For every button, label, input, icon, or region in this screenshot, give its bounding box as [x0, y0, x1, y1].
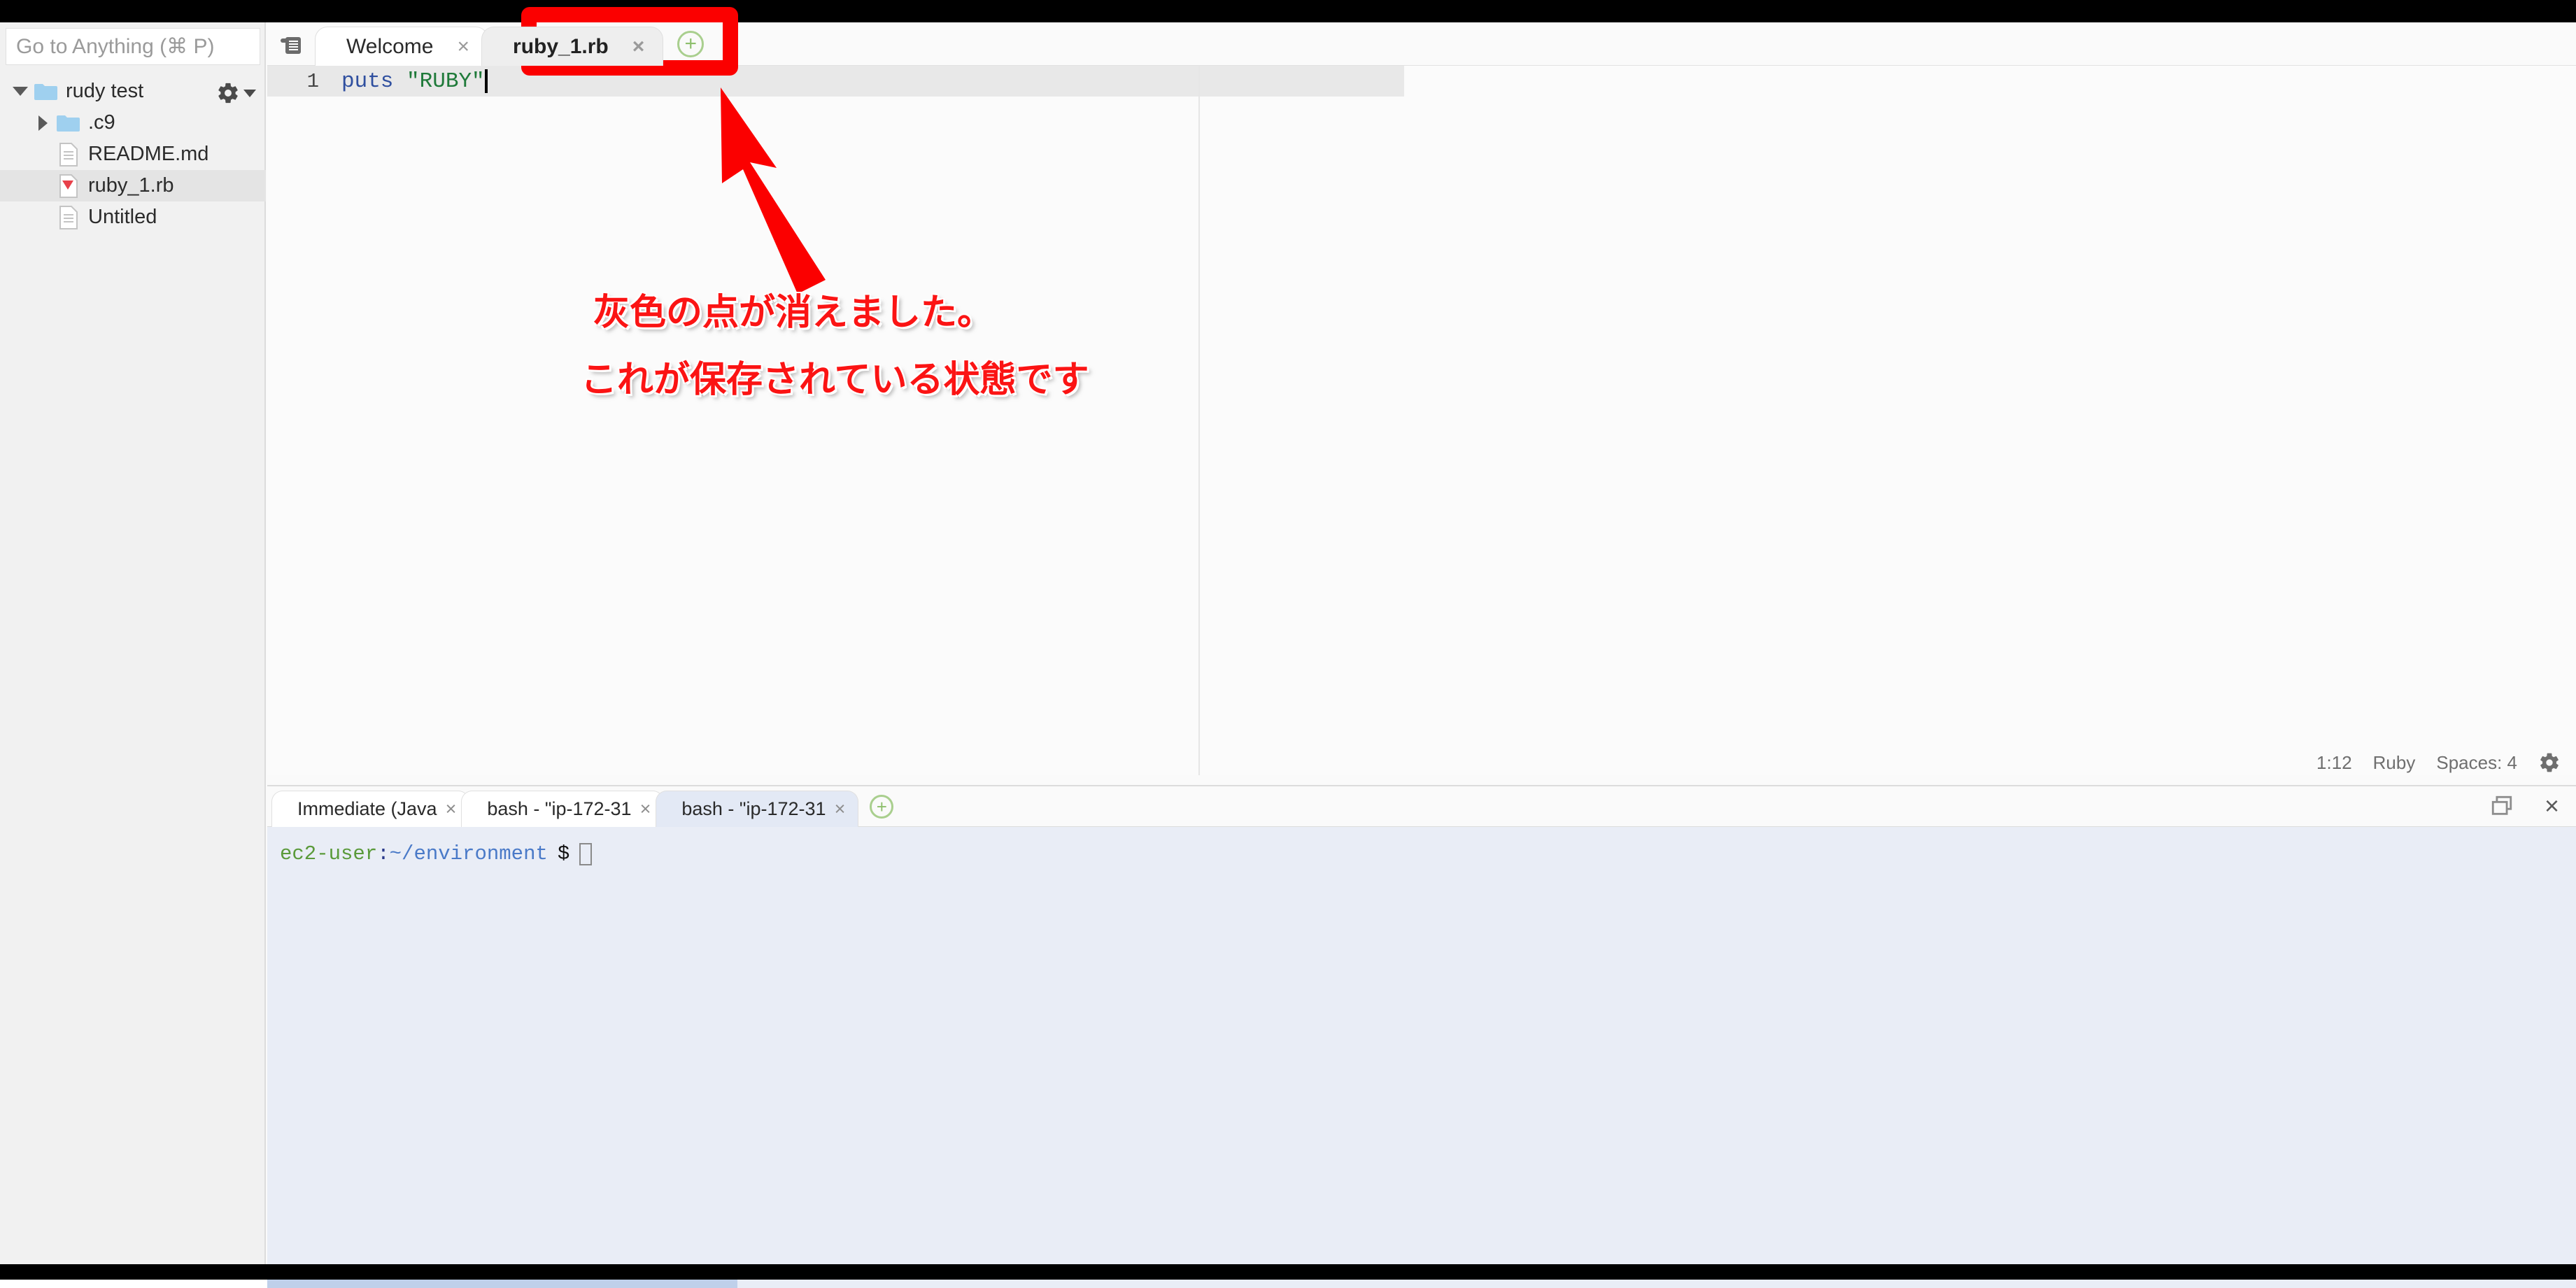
- code-editor[interactable]: 1 puts "RUBY": [267, 66, 2576, 775]
- terminal-prompt-symbol: $: [557, 842, 570, 865]
- code-token-string: "RUBY": [406, 69, 485, 94]
- new-console-tab-button[interactable]: +: [870, 795, 894, 819]
- console-tab-label: bash - "ip-172-31: [681, 798, 826, 819]
- editor-gutter: 1: [267, 66, 329, 775]
- ruby-file-icon: [53, 174, 84, 198]
- close-icon[interactable]: ×: [446, 798, 457, 820]
- close-panel-icon[interactable]: ×: [2545, 793, 2559, 819]
- editor-tab-label: ruby_1.rb: [513, 34, 609, 58]
- code-content[interactable]: puts "RUBY": [329, 66, 2576, 775]
- close-icon[interactable]: ×: [835, 798, 846, 820]
- editor-tab-ruby-1-rb[interactable]: ruby_1.rb ×: [481, 27, 664, 66]
- tree-item-label: Untitled: [88, 206, 157, 228]
- editor-tabbar: Welcome × ruby_1.rb × +: [267, 22, 2576, 66]
- terminal-output[interactable]: ec2-user: ~/environment $: [267, 827, 2576, 1288]
- editor-statusbar: 1:12 Ruby Spaces: 4: [267, 750, 2576, 775]
- file-icon: [53, 142, 84, 167]
- terminal-colon: :: [377, 842, 390, 865]
- tree-item-readme-md[interactable]: README.md: [0, 139, 266, 170]
- tree-item-label: ruby_1.rb: [88, 174, 174, 197]
- editor-tab-welcome[interactable]: Welcome ×: [315, 27, 489, 66]
- window-top-strip: [0, 0, 2576, 22]
- file-icon: [53, 205, 84, 229]
- console-tab-bash-1[interactable]: bash - "ip-172-31 ×: [461, 791, 665, 827]
- terminal-cursor: [579, 842, 593, 865]
- terminal-horizontal-scrollbar[interactable]: [267, 1278, 737, 1288]
- language-mode[interactable]: Ruby: [2373, 752, 2416, 774]
- console-actions: ×: [2490, 793, 2559, 819]
- indent-setting[interactable]: Spaces: 4: [2436, 752, 2517, 774]
- tab-list-icon[interactable]: [277, 34, 305, 57]
- tree-item-label: .c9: [88, 111, 115, 134]
- terminal-prompt-line: ec2-user: ~/environment $: [280, 842, 2576, 865]
- active-line-highlight: [329, 66, 1404, 97]
- terminal-user: ec2-user: [280, 842, 378, 865]
- close-icon[interactable]: ×: [640, 798, 651, 820]
- maximize-panel-icon[interactable]: [2490, 794, 2514, 818]
- close-icon[interactable]: ×: [632, 36, 645, 57]
- console-tabs: Immediate (Java × bash - "ip-172-31 × ba…: [271, 786, 894, 827]
- tree-item-untitled[interactable]: Untitled: [0, 201, 266, 233]
- project-settings-gear[interactable]: [216, 81, 256, 105]
- console-tab-bash-2[interactable]: bash - "ip-172-31 ×: [656, 791, 859, 827]
- print-margin-guide: [1198, 66, 1200, 775]
- console-tabbar: Immediate (Java × bash - "ip-172-31 × ba…: [267, 786, 2576, 827]
- line-number: 1: [267, 66, 329, 97]
- caret-right-icon[interactable]: [32, 107, 53, 139]
- editor-tab-label: Welcome: [346, 34, 434, 58]
- settings-gear-icon[interactable]: [2538, 751, 2561, 774]
- tree-item-label: rudy test: [66, 80, 144, 102]
- console-tab-label: bash - "ip-172-31: [487, 798, 632, 819]
- tree-item-rudy-test[interactable]: rudy test: [0, 76, 266, 107]
- gear-caret-down-icon[interactable]: [243, 89, 256, 97]
- tree-item-c9[interactable]: .c9: [0, 107, 266, 139]
- editor-tabs: Welcome × ruby_1.rb × +: [315, 22, 705, 66]
- sidebar: rudy test .c9 README.md: [0, 22, 266, 1264]
- gear-icon: [218, 83, 238, 104]
- cursor-position[interactable]: 1:12: [2316, 752, 2352, 774]
- tree-item-ruby-1-rb[interactable]: ruby_1.rb: [0, 170, 266, 201]
- tree-item-label: README.md: [88, 143, 209, 165]
- console-panel: Immediate (Java × bash - "ip-172-31 × ba…: [267, 785, 2576, 1288]
- code-token-keyword: puts: [341, 69, 394, 94]
- terminal-path: ~/environment: [389, 842, 548, 865]
- folder-icon: [53, 113, 84, 133]
- code-line-1: puts "RUBY": [329, 66, 488, 97]
- text-caret: [484, 69, 488, 93]
- window-bottom-strip: [0, 1264, 2576, 1280]
- search-input[interactable]: [6, 29, 260, 64]
- new-tab-button[interactable]: +: [677, 31, 705, 57]
- file-tree: rudy test .c9 README.md ruby_1.rb Untitl…: [0, 76, 266, 233]
- close-icon[interactable]: ×: [457, 36, 469, 57]
- ide-app-shell: rudy test .c9 README.md: [0, 22, 2576, 1288]
- caret-down-icon[interactable]: [10, 76, 31, 107]
- go-to-anything-search[interactable]: [6, 28, 260, 65]
- console-tab-label: Immediate (Java: [297, 798, 437, 819]
- console-tab-immediate[interactable]: Immediate (Java ×: [271, 791, 470, 827]
- folder-icon: [31, 82, 62, 101]
